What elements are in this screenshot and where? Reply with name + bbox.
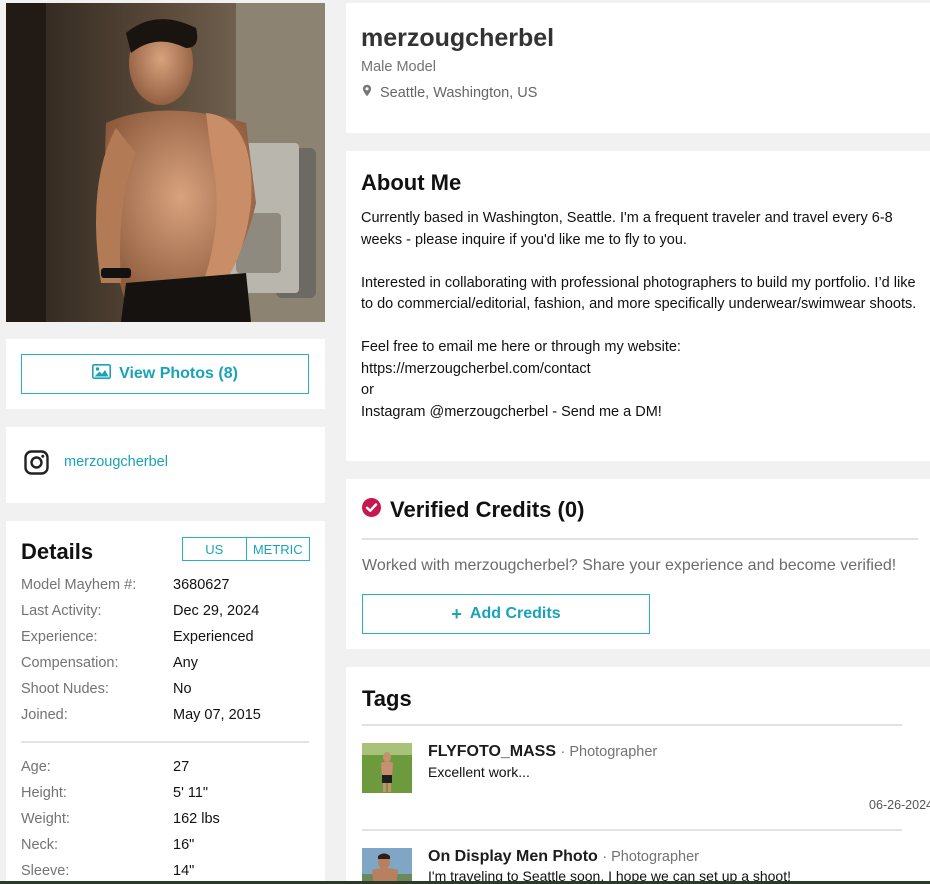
detail-label: Model Mayhem #: xyxy=(21,577,137,593)
stat-value: 16" xyxy=(173,837,195,853)
stat-value: 5' 11" xyxy=(173,785,209,801)
detail-value: May 07, 2015 xyxy=(173,707,261,723)
detail-value: Dec 29, 2024 xyxy=(173,603,260,619)
tag-date: 06-26-2024 xyxy=(869,798,930,812)
tag-author: FLYFOTO_MASS · Photographer xyxy=(428,743,657,761)
stat-value: 27 xyxy=(173,759,190,775)
tag-item: FLYFOTO_MASS · Photographer Excellent wo… xyxy=(362,743,930,823)
detail-value: Experienced xyxy=(173,629,254,645)
about-card: About Me Currently based in Washington, … xyxy=(346,151,930,461)
tag-item: On Display Men Photo · Photographer I'm … xyxy=(362,848,918,884)
detail-label: Experience: xyxy=(21,629,98,645)
about-paragraph: Currently based in Washington, Seattle. … xyxy=(361,210,893,248)
detail-value: No xyxy=(173,681,192,697)
details-card: Details US METRIC Model Mayhem #: 3680627… xyxy=(6,521,325,884)
about-paragraph: Feel free to email me here or through my… xyxy=(361,339,681,420)
social-card: merzougcherbel xyxy=(6,427,325,503)
tag-author-name[interactable]: On Display Men Photo xyxy=(428,848,598,865)
detail-label: Joined: xyxy=(21,707,68,723)
view-photos-button[interactable]: View Photos (8) xyxy=(21,354,309,394)
stat-label: Height: xyxy=(21,785,67,801)
location-pin-icon xyxy=(362,84,372,102)
about-body: Currently based in Washington, Seattle. … xyxy=(361,208,921,423)
unit-metric-button[interactable]: METRIC xyxy=(245,538,310,560)
add-credits-button[interactable]: + Add Credits xyxy=(362,594,650,634)
stat-label: Weight: xyxy=(21,811,70,827)
tag-author: On Display Men Photo · Photographer xyxy=(428,848,699,866)
unit-toggle: US METRIC xyxy=(182,537,310,561)
detail-value: 3680627 xyxy=(173,577,230,593)
stat-value: 14" xyxy=(173,863,195,879)
about-paragraph: Interested in collaborating with profess… xyxy=(361,274,917,313)
view-photos-label: View Photos (8) xyxy=(119,365,238,382)
credits-card: Verified Credits (0) Worked with merzoug… xyxy=(346,479,930,649)
profile-location: Seattle, Washington, US xyxy=(362,84,537,102)
photos-card: View Photos (8) xyxy=(6,339,325,409)
tags-divider xyxy=(362,724,902,726)
credits-header: Verified Credits (0) xyxy=(362,497,584,523)
instagram-icon[interactable] xyxy=(24,450,49,480)
profile-role: Male Model xyxy=(361,59,436,75)
add-credits-label: Add Credits xyxy=(469,605,561,622)
tag-avatar[interactable] xyxy=(362,743,412,793)
credits-divider xyxy=(362,538,918,540)
stat-label: Neck: xyxy=(21,837,59,853)
instagram-link[interactable]: merzougcherbel xyxy=(64,454,168,470)
credits-prompt: Worked with merzougcherbel? Share your e… xyxy=(362,557,897,574)
location-text: Seattle, Washington, US xyxy=(380,85,538,101)
profile-username: merzougcherbel xyxy=(361,24,555,52)
detail-value: Any xyxy=(173,655,198,671)
details-divider xyxy=(21,741,309,743)
tag-author-name[interactable]: FLYFOTO_MASS xyxy=(428,743,556,760)
stat-label: Age: xyxy=(21,759,51,775)
header-card: merzougcherbel Male Model Seattle, Washi… xyxy=(346,3,930,133)
unit-us-button[interactable]: US xyxy=(183,538,246,560)
profile-photo[interactable] xyxy=(6,3,325,322)
credits-title: Verified Credits (0) xyxy=(390,497,585,522)
tags-card: Tags FLYFOTO_MASS · Photographer Excelle… xyxy=(346,667,930,884)
detail-label: Shoot Nudes: xyxy=(21,681,109,697)
detail-label: Compensation: xyxy=(21,655,119,671)
stat-value: 162 lbs xyxy=(173,811,220,827)
tag-author-role: · Photographer xyxy=(602,849,699,865)
about-title: About Me xyxy=(361,170,462,195)
tag-author-role: · Photographer xyxy=(560,744,658,760)
tags-divider xyxy=(362,829,902,831)
details-title: Details xyxy=(21,539,94,564)
detail-label: Last Activity: xyxy=(21,603,102,619)
verified-check-icon xyxy=(362,498,381,522)
tags-title: Tags xyxy=(362,686,412,711)
plus-icon: + xyxy=(451,604,462,624)
tag-avatar[interactable] xyxy=(362,848,412,884)
tag-comment: Excellent work... xyxy=(428,764,530,780)
image-icon xyxy=(92,364,112,384)
stat-label: Sleeve: xyxy=(21,863,70,879)
